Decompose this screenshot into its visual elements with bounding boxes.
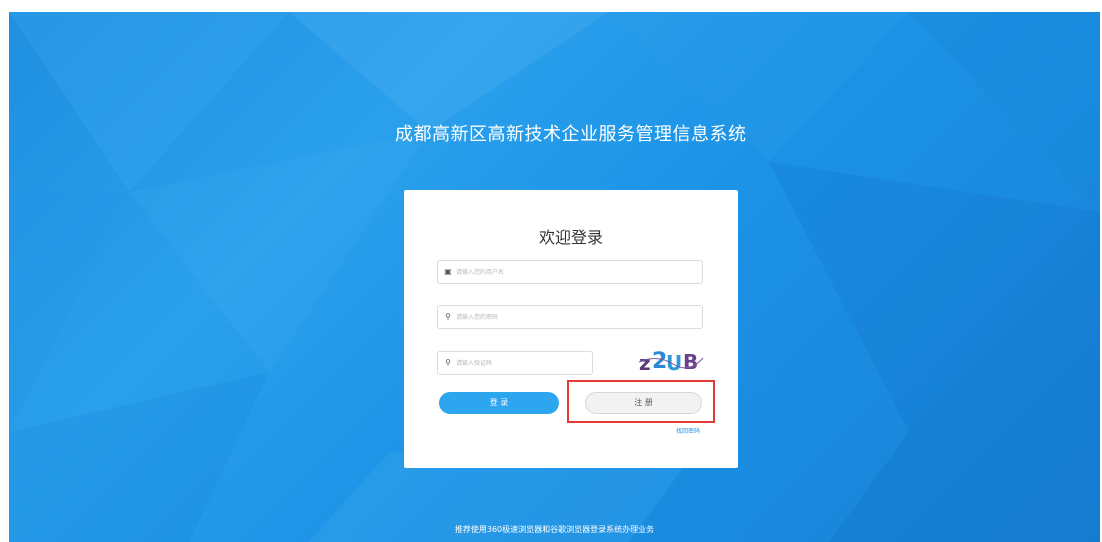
browser-recommendation: 推荐使用360极速浏览器和谷歌浏览器登录系统办理业务 xyxy=(454,525,655,534)
login-heading: 欢迎登录 xyxy=(538,228,603,247)
key-icon: ⚲ xyxy=(445,358,451,367)
captcha-image[interactable]: z 2 U B xyxy=(637,348,705,376)
key-icon: ⚲ xyxy=(445,312,451,321)
login-background: 成都高新区高新技术企业服务管理信息系统 欢迎登录 ▣ ⚲ ⚲ z 2 U B 登… xyxy=(9,12,1100,542)
user-icon: ▣ xyxy=(444,267,452,276)
system-title: 成都高新区高新技术企业服务管理信息系统 xyxy=(395,124,747,145)
login-card: 欢迎登录 ▣ ⚲ ⚲ z 2 U B 登 录 注 册 找回密码 xyxy=(404,190,738,468)
svg-text:U: U xyxy=(666,351,682,375)
username-input[interactable] xyxy=(456,263,696,281)
svg-text:B: B xyxy=(683,350,698,374)
svg-text:z: z xyxy=(639,351,651,375)
captcha-input[interactable] xyxy=(456,354,586,372)
password-field[interactable]: ⚲ xyxy=(437,305,703,329)
captcha-field[interactable]: ⚲ xyxy=(437,351,593,375)
password-input[interactable] xyxy=(456,308,696,326)
login-button[interactable]: 登 录 xyxy=(439,392,559,414)
register-button[interactable]: 注 册 xyxy=(585,392,702,414)
username-field[interactable]: ▣ xyxy=(437,260,703,284)
forgot-password-link[interactable]: 找回密码 xyxy=(676,426,700,435)
